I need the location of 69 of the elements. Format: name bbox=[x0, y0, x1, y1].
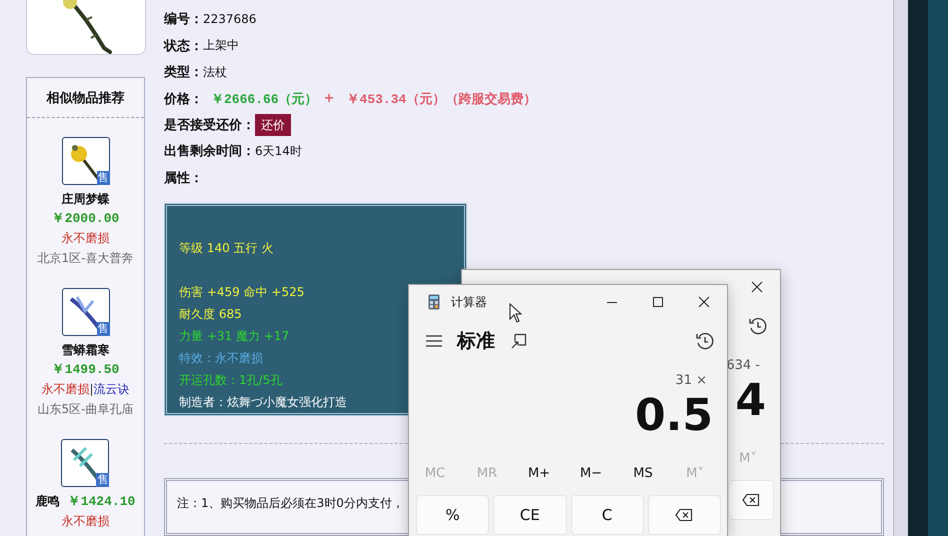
mouse-pointer-icon bbox=[509, 303, 522, 323]
item-tag: 永不磨损 bbox=[61, 511, 110, 531]
field-value: 法杖 bbox=[203, 64, 227, 81]
server-name: 北京1区-喜大普奔 bbox=[38, 250, 134, 267]
calculator-key[interactable]: % bbox=[416, 495, 490, 535]
backspace-icon bbox=[742, 493, 760, 507]
calculator-app-icon bbox=[428, 294, 440, 310]
result-display: 0.5 bbox=[635, 391, 713, 441]
field-label: 价格： bbox=[164, 90, 203, 108]
expression-text: 31 × bbox=[675, 372, 707, 390]
price-value: ￥2666.66（元） bbox=[211, 90, 318, 108]
field-label: 是否接受还价： bbox=[164, 116, 255, 134]
menu-icon bbox=[425, 334, 443, 348]
counter-offer-button[interactable]: 还价 bbox=[255, 114, 291, 136]
item-price: ￥1499.50 bbox=[52, 361, 120, 379]
item-thumbnail[interactable]: 售 bbox=[62, 288, 110, 336]
sale-badge: 售 bbox=[96, 473, 110, 487]
mode-title: 标准 bbox=[457, 329, 495, 354]
history-icon bbox=[695, 331, 715, 351]
item-tag: 永不磨损 bbox=[62, 228, 110, 248]
window-title: 计算器 bbox=[451, 294, 487, 310]
attribute-line: 耐久度 685 bbox=[179, 306, 242, 324]
expression-text: 634 - bbox=[726, 357, 760, 375]
item-thumbnail[interactable]: 售 bbox=[61, 439, 110, 487]
attribute-line: 伤害 +459 命中 +525 bbox=[179, 284, 304, 302]
attribute-line: 等级 140 五行 火 bbox=[179, 240, 274, 258]
keep-on-top-button[interactable] bbox=[509, 331, 529, 351]
field-label: 类型： bbox=[164, 64, 203, 82]
backspace-icon bbox=[675, 508, 694, 522]
item-name[interactable]: 庄周梦蝶 bbox=[62, 189, 110, 209]
field-value: 6天14时 bbox=[255, 142, 302, 160]
field-label: 出售剩余时间： bbox=[164, 143, 255, 160]
item-price: ￥2000.00 bbox=[52, 210, 120, 228]
maximize-icon bbox=[652, 296, 664, 308]
close-icon bbox=[751, 281, 763, 293]
field-value: 2237686 bbox=[203, 12, 256, 26]
memory-button[interactable]: M+ bbox=[513, 453, 565, 493]
result-display: 4 bbox=[735, 376, 766, 426]
plus-sign: + bbox=[324, 91, 335, 106]
field-label: 状态： bbox=[164, 38, 203, 55]
calculator-key[interactable]: CE bbox=[493, 495, 566, 535]
field-label: 属性： bbox=[164, 170, 203, 187]
memory-button[interactable]: MS bbox=[617, 453, 669, 493]
item-tag: 永不磨损 bbox=[41, 379, 90, 399]
close-icon bbox=[698, 296, 710, 308]
attribute-line: 特效：永不磨损 bbox=[179, 350, 263, 368]
sale-badge: 售 bbox=[96, 322, 110, 336]
calculator-key[interactable]: C bbox=[570, 495, 644, 535]
window-arrow-icon bbox=[511, 333, 527, 349]
sale-badge: 售 bbox=[96, 171, 110, 185]
field-value: 上架中 bbox=[203, 37, 239, 54]
item-tag: | bbox=[89, 379, 94, 399]
memory-button[interactable]: M− bbox=[565, 453, 617, 493]
attribute-line: 制造者：炫舞づ小魔女强化打造 bbox=[179, 394, 347, 412]
notice-text: 注：1、购买物品后必须在3时0分内支付， bbox=[177, 495, 404, 512]
item-name[interactable]: 雪蟒霜寒 bbox=[62, 340, 110, 360]
backspace-key[interactable] bbox=[728, 480, 774, 520]
attribute-line: 开运孔数：1孔/5孔 bbox=[179, 372, 282, 390]
fee-value: ￥453.34（元）（跨服交易费） bbox=[346, 90, 536, 108]
panel-heading: 相似物品推荐 bbox=[27, 78, 144, 118]
server-name: 山东5区-曲阜孔庙 bbox=[38, 401, 134, 418]
item-tag: 流云诀 bbox=[94, 379, 130, 399]
item-name[interactable]: 鹿鸣 bbox=[36, 491, 60, 511]
attribute-line: 力量 +31 魔力 +17 bbox=[179, 328, 290, 346]
item-price: ￥1424.10 bbox=[68, 492, 136, 510]
item-thumbnail[interactable]: 售 bbox=[62, 137, 110, 185]
field-label: 编号： bbox=[164, 10, 203, 28]
backspace-key[interactable] bbox=[648, 495, 721, 535]
history-icon bbox=[748, 316, 768, 336]
